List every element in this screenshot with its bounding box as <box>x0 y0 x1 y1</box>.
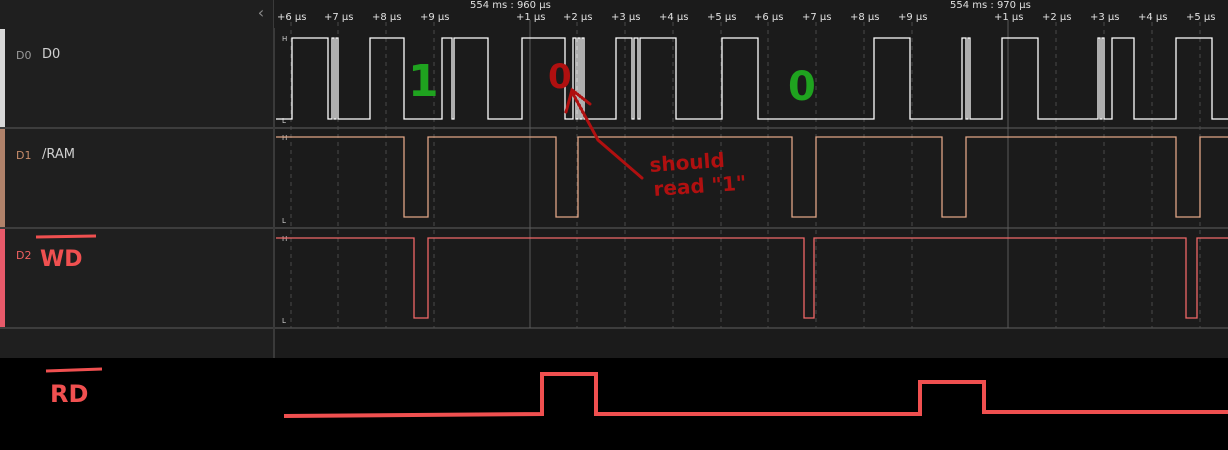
waveform-canvas: HLHLHL1 0 0shouldread "1"WDRD <box>35 20 1228 418</box>
level-low-label: L <box>282 317 286 325</box>
level-low-label: L <box>282 217 286 225</box>
d1-trace <box>276 136 1228 218</box>
annotation-bit-1: 1 <box>408 56 439 107</box>
wd-overline <box>35 234 97 239</box>
level-high-label: H <box>282 35 287 43</box>
rd-label: RD <box>50 380 88 408</box>
level-low-label: L <box>282 117 286 125</box>
rd-trace <box>283 372 1228 418</box>
level-high-label: H <box>282 235 287 243</box>
level-high-label: H <box>282 134 287 142</box>
rd-overline <box>45 367 103 373</box>
annotation-bit-0-right: 0 <box>788 64 816 110</box>
annotation-note-line2: read "1" <box>653 171 747 201</box>
annotation-bit-0-wrong: 0 <box>548 57 572 97</box>
wd-label: WD <box>40 247 83 272</box>
d2-trace <box>276 237 1228 319</box>
